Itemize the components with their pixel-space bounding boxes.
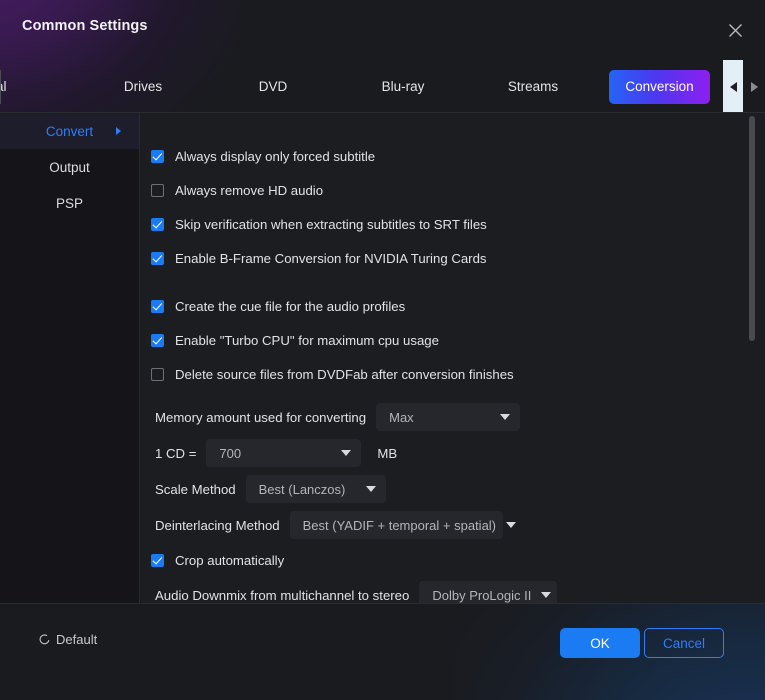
sidebar-item-output[interactable]: Output — [0, 149, 139, 185]
settings-content-panel: Always display only forced subtitle Alwa… — [141, 113, 765, 603]
tab-bar: eral Drives DVD Blu-ray Streams Conversi… — [0, 60, 765, 113]
title-bar: Common Settings — [0, 0, 765, 60]
setting-cd-size: 1 CD = 700 MB — [141, 435, 741, 471]
common-settings-dialog: Common Settings eral Drives DVD Blu-ray … — [0, 0, 765, 700]
scale-method-select[interactable]: Best (Lanczos) — [245, 475, 386, 503]
checkbox-turbo-cpu[interactable] — [151, 333, 164, 347]
tab-scroll-prev-button[interactable] — [723, 60, 743, 113]
dialog-footer: Default OK Cancel — [0, 604, 765, 700]
dialog-body: Convert Output PSP Always display only f… — [0, 113, 765, 603]
chevron-down-icon — [341, 450, 352, 456]
checkbox-crop-automatically[interactable] — [151, 553, 164, 567]
setting-label: Skip verification when extracting subtit… — [175, 216, 487, 232]
setting-label: Crop automatically — [175, 552, 285, 568]
setting-always-remove-hd-audio[interactable]: Always remove HD audio — [141, 173, 741, 207]
cd-size-select[interactable]: 700 — [206, 439, 362, 467]
memory-amount-label: Memory amount used for converting — [155, 409, 367, 425]
deinterlacing-method-select[interactable]: Best (YADIF + temporal + spatial) — [289, 511, 517, 539]
cd-size-label: 1 CD = — [155, 445, 197, 461]
scale-method-label: Scale Method — [155, 481, 236, 497]
setting-crop-automatically[interactable]: Crop automatically — [141, 543, 741, 577]
reset-icon — [39, 634, 50, 645]
scale-method-value: Best (Lanczos) — [258, 481, 346, 497]
chevron-down-icon — [500, 414, 511, 420]
default-button-label: Default — [56, 632, 98, 647]
setting-always-forced-subtitle[interactable]: Always display only forced subtitle — [141, 139, 741, 173]
tab-bluray[interactable]: Blu-ray — [338, 70, 468, 104]
checkbox-enable-bframe-nvidia[interactable] — [151, 251, 164, 265]
setting-skip-verification-srt[interactable]: Skip verification when extracting subtit… — [141, 207, 741, 241]
setting-label: Always remove HD audio — [175, 182, 324, 198]
settings-sidebar: Convert Output PSP — [0, 113, 140, 603]
checkbox-create-cue-file[interactable] — [151, 299, 164, 313]
cancel-button[interactable]: Cancel — [644, 628, 724, 658]
cd-size-value: 700 — [219, 445, 242, 461]
sidebar-item-label: Convert — [45, 123, 94, 139]
content-scrollbar-thumb[interactable] — [749, 116, 755, 341]
setting-label: Enable B-Frame Conversion for NVIDIA Tur… — [175, 250, 487, 266]
settings-form: Always display only forced subtitle Alwa… — [141, 113, 741, 603]
chevron-left-icon — [729, 81, 737, 92]
close-icon — [728, 23, 742, 37]
audio-downmix-select[interactable]: Dolby ProLogic II — [419, 581, 558, 603]
tab-scroll-next-button[interactable] — [743, 60, 765, 113]
setting-label: Delete source files from DVDFab after co… — [175, 366, 514, 382]
setting-enable-bframe-nvidia[interactable]: Enable B-Frame Conversion for NVIDIA Tur… — [141, 241, 741, 275]
setting-label: Create the cue file for the audio profil… — [175, 298, 406, 314]
sidebar-item-label: PSP — [55, 195, 83, 211]
close-button[interactable] — [719, 14, 751, 46]
window-title: Common Settings — [22, 18, 148, 34]
tab-nav-controls — [723, 60, 765, 113]
sidebar-item-label: Output — [49, 159, 90, 175]
setting-delete-source-files[interactable]: Delete source files from DVDFab after co… — [141, 357, 741, 391]
setting-turbo-cpu[interactable]: Enable "Turbo CPU" for maximum cpu usage — [141, 323, 741, 357]
cd-size-unit: MB — [377, 445, 398, 461]
default-button[interactable]: Default — [38, 632, 97, 647]
setting-deinterlacing-method: Deinterlacing Method Best (YADIF + tempo… — [141, 507, 741, 543]
sidebar-item-psp[interactable]: PSP — [0, 185, 139, 221]
memory-amount-value: Max — [389, 409, 414, 425]
chevron-down-icon — [365, 486, 376, 492]
setting-memory-amount: Memory amount used for converting Max — [141, 399, 741, 435]
chevron-right-icon — [750, 81, 758, 92]
checkbox-always-forced-subtitle[interactable] — [151, 149, 164, 163]
checkbox-always-remove-hd-audio[interactable] — [151, 183, 164, 197]
audio-downmix-label: Audio Downmix from multichannel to stere… — [155, 587, 410, 603]
setting-create-cue-file[interactable]: Create the cue file for the audio profil… — [141, 289, 741, 323]
ok-button[interactable]: OK — [560, 628, 640, 658]
checkbox-delete-source-files[interactable] — [151, 367, 164, 381]
chevron-down-icon — [506, 522, 517, 528]
sidebar-item-convert[interactable]: Convert — [0, 113, 139, 149]
tab-streams[interactable]: Streams — [468, 70, 598, 104]
tab-general[interactable]: eral — [0, 69, 78, 104]
tab-drives[interactable]: Drives — [78, 70, 208, 104]
memory-amount-select[interactable]: Max — [376, 403, 521, 431]
tab-conversion[interactable]: Conversion — [609, 69, 710, 104]
tab-dvd[interactable]: DVD — [208, 70, 338, 104]
deinterlacing-method-value: Best (YADIF + temporal + spatial) — [302, 517, 497, 533]
setting-label: Always display only forced subtitle — [175, 148, 376, 164]
setting-scale-method: Scale Method Best (Lanczos) — [141, 471, 741, 507]
setting-audio-downmix: Audio Downmix from multichannel to stere… — [141, 577, 741, 603]
checkbox-skip-verification-srt[interactable] — [151, 217, 164, 231]
deinterlacing-method-label: Deinterlacing Method — [155, 517, 280, 533]
chevron-right-icon — [116, 127, 121, 135]
content-scrollbar[interactable] — [749, 113, 755, 603]
audio-downmix-value: Dolby ProLogic II — [432, 587, 532, 603]
tab-list: eral Drives DVD Blu-ray Streams Conversi… — [0, 60, 723, 113]
chevron-down-icon — [541, 592, 552, 598]
setting-label: Enable "Turbo CPU" for maximum cpu usage — [175, 332, 439, 348]
